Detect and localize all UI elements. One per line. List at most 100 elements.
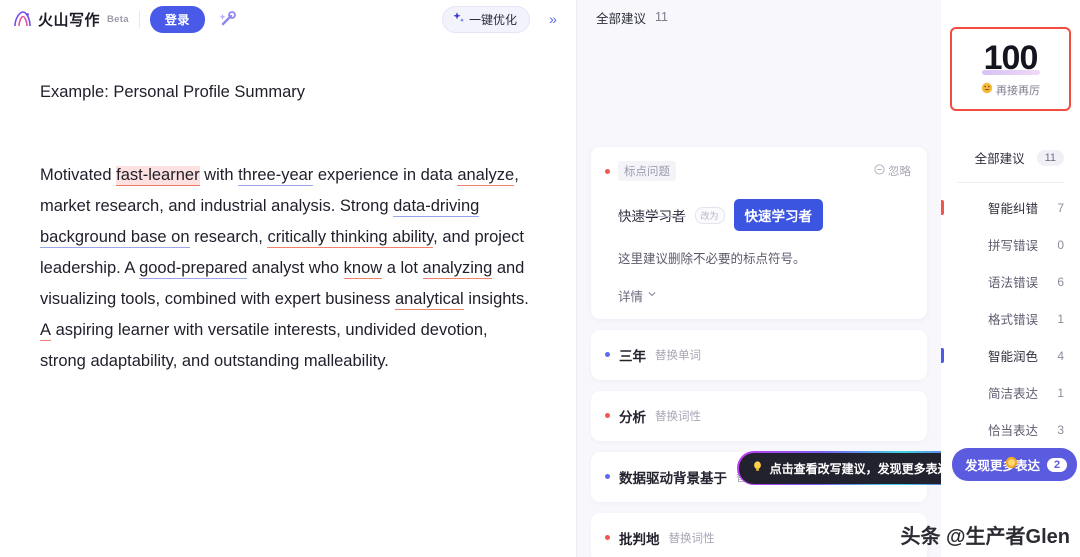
category-count: 6 [1057,274,1064,289]
editor-pane: 火山写作 Beta 登录 一键优化 » Example: Personal Pr… [0,0,577,557]
category-name: 智能纠错 [987,202,1038,216]
app-root: 火山写作 Beta 登录 一键优化 » Example: Personal Pr… [0,0,1080,557]
rewrite-hint-tooltip: 点击查看改写建议，发现更多表达 [737,451,941,486]
suggestion-word: 批判地 [619,531,660,547]
suggestion-replacement-row: 快速学习者 改为 快速学习者 [605,199,911,231]
suggestion-type-tag: 标点问题 [618,161,676,181]
suggestion-word: 分析 [619,409,646,425]
category-count: 11 [1036,149,1064,166]
category-row-appropriate[interactable]: 恰当表达 3 [941,411,1080,448]
issue-good-prepared[interactable]: good-prepared [139,258,248,279]
category-name: 恰当表达 [987,424,1038,438]
issue-know[interactable]: know [343,258,383,279]
minus-circle-icon [874,164,885,178]
lightbulb-icon [751,460,764,476]
category-name: 全部建议 [974,152,1025,166]
suggestion-row[interactable]: 批判地 替换词性 [591,512,927,557]
issue-analytical[interactable]: analytical [394,289,464,310]
category-name: 智能润色 [987,350,1038,364]
login-button[interactable]: 登录 [149,5,205,33]
tooltip-inner: 点击查看改写建议，发现更多表达 [738,452,941,484]
severity-dot-icon [605,352,610,358]
discover-label: 发现更多表达 [965,459,1041,473]
category-row-smart-correction[interactable]: 智能纠错 7 [941,189,1080,226]
optimize-label: 一键优化 [468,12,517,27]
category-count: 1 [1057,385,1064,400]
ignore-label: 忽略 [888,166,911,178]
suggestion-card-active[interactable]: 标点问题 忽略 快速学习者 改为 快速学习者 这里建议删除不必要的标点符号。 详… [591,147,927,319]
issue-fast-learner[interactable]: fast-learner [116,165,200,186]
score-pane: 100 再接再厉 全部建议 11 智能纠错 7 拼写错误 0 语法错误 6 格式… [941,0,1080,557]
severity-dot-icon [605,474,610,480]
emoji-sun-icon [1004,455,1019,473]
sparkle-icon [452,11,465,27]
one-click-optimize-button[interactable]: 一键优化 [441,5,530,33]
category-name: 简洁表达 [987,387,1038,401]
suggestions-header: 全部建议 11 [577,0,941,34]
document-body[interactable]: Example: Personal Profile Summary Motiva… [0,38,576,557]
emoji-grinning-icon [981,82,993,97]
category-accent-bar [941,348,944,363]
category-count: 3 [1057,422,1064,437]
suggestion-row[interactable]: 分析 替换词性 [591,390,927,441]
discover-more-expressions-button[interactable]: 发现更多表达 2 [952,448,1078,481]
suggestion-word: 三年 [619,348,646,364]
score-value: 100 [983,38,1039,77]
suggestion-kind: 替换单词 [655,349,701,362]
document-paragraph[interactable]: Motivated fast-learner with three-year e… [40,160,536,377]
category-row-grammar[interactable]: 语法错误 6 [941,263,1080,300]
suggestion-word: 数据驱动背景基于 [619,470,727,486]
collapse-panel-button[interactable]: » [540,6,566,32]
severity-dot-icon [605,168,610,174]
magic-wand-icon[interactable] [215,6,241,32]
discover-count-badge: 2 [1047,457,1068,472]
issue-analyzing[interactable]: analyzing [422,258,493,279]
volcano-logo-icon [12,9,33,30]
score-label-row: 再接再厉 [981,82,1040,98]
editor-toolbar: 火山写作 Beta 登录 一键优化 » [0,0,576,38]
replace-arrow-icon: 改为 [694,206,725,224]
suggestion-row[interactable]: 三年 替换单词 [591,329,927,380]
category-count: 4 [1057,348,1064,363]
suggestion-kind: 替换词性 [655,410,701,423]
toolbar-divider [138,10,140,28]
suggestion-kind: 替换词性 [668,532,715,545]
category-row-spelling[interactable]: 拼写错误 0 [941,226,1080,263]
severity-dot-icon [605,413,610,419]
detail-label: 详情 [618,289,644,304]
severity-dot-icon [605,535,610,541]
suggestion-card-header: 标点问题 忽略 [605,161,911,181]
suggestions-header-label: 全部建议 [596,11,647,26]
issue-three-year[interactable]: three-year [238,165,314,186]
original-text: 快速学习者 [618,209,686,224]
suggestions-list[interactable]: 标点问题 忽略 快速学习者 改为 快速学习者 这里建议删除不必要的标点符号。 详… [577,34,941,557]
category-row-smart-polish[interactable]: 智能润色 4 [941,337,1080,374]
category-row-format[interactable]: 格式错误 1 [941,300,1080,337]
category-name: 语法错误 [987,276,1038,290]
apply-replacement-button[interactable]: 快速学习者 [733,199,824,231]
suggestion-explanation: 这里建议删除不必要的标点符号。 [618,252,806,266]
category-name: 拼写错误 [987,239,1038,253]
tooltip-text: 点击查看改写建议，发现更多表达 [769,461,941,476]
brand-logo[interactable]: 火山写作 Beta [12,9,129,30]
issue-analyze[interactable]: analyze [457,165,515,186]
issue-a-article[interactable]: A [40,320,52,341]
issue-critically-thinking[interactable]: critically thinking ability [267,227,434,248]
category-accent-bar [941,200,944,215]
category-count: 1 [1057,311,1064,326]
score-box: 100 再接再厉 [950,27,1071,111]
brand-name: 火山写作 [38,11,101,29]
category-separator [957,182,1064,183]
score-label-text: 再接再厉 [996,84,1040,97]
suggestion-detail-toggle[interactable]: 详情 [605,286,911,305]
category-row-all[interactable]: 全部建议 11 [941,139,1080,176]
category-row-concise[interactable]: 简洁表达 1 [941,374,1080,411]
category-name: 格式错误 [987,313,1038,327]
watermark: 头条 @生产者Glen [900,526,1070,548]
beta-badge: Beta [107,13,129,25]
category-list: 全部建议 11 智能纠错 7 拼写错误 0 语法错误 6 格式错误 1 智能润色… [941,139,1080,448]
category-count: 7 [1057,200,1064,215]
document-title: Example: Personal Profile Summary [40,83,306,101]
ignore-button[interactable]: 忽略 [874,163,911,179]
suggestions-pane: 全部建议 11 标点问题 忽略 快速学习者 改为 快速学习者 这里建议删除不必要… [577,0,941,557]
